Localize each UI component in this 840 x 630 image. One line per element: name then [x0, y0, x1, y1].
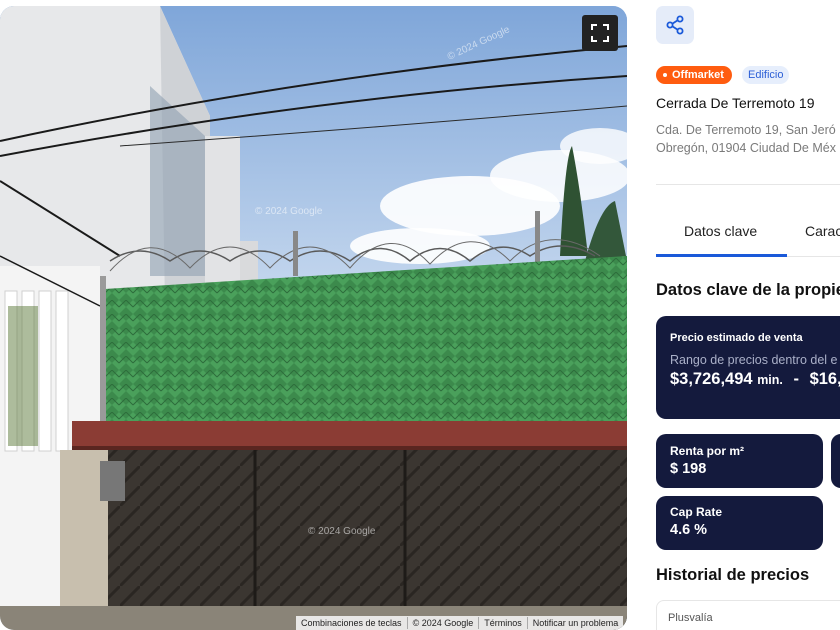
tab-caracteristicas[interactable]: Caracte	[805, 223, 840, 239]
plusvalia-card: Plusvalía	[656, 600, 840, 630]
price-estimate-card: Precio estimado de venta Rango de precio…	[656, 316, 840, 419]
address-line-1: Cda. De Terremoto 19, San Jeró	[656, 123, 836, 137]
share-icon	[666, 15, 684, 35]
section-title-historial: Historial de precios	[656, 566, 810, 584]
property-type-badge: Edificio	[742, 66, 790, 84]
map-footer: Combinaciones de teclas © 2024 Google Té…	[296, 616, 624, 630]
metric-label: Cap Rate	[670, 505, 723, 519]
metric-card-renta: Renta por m² $ 198	[656, 434, 823, 488]
property-address: Cda. De Terremoto 19, San Jeró Obregón, …	[656, 121, 840, 157]
metric-value: $ 198	[670, 461, 707, 477]
fullscreen-icon	[591, 24, 609, 42]
address-line-2: Obregón, 01904 Ciudad De Méx	[656, 141, 836, 155]
share-button[interactable]	[656, 6, 694, 44]
price-separator: -	[793, 370, 799, 388]
divider	[656, 184, 840, 185]
metric-card-partial	[831, 434, 840, 488]
street-view-panel[interactable]: © 2024 Google © 2024 Google © 2024 Googl…	[0, 6, 627, 630]
metric-card-cap-rate: Cap Rate 4.6 %	[656, 496, 823, 550]
plusvalia-label: Plusvalía	[668, 612, 713, 624]
active-tab-indicator	[656, 254, 787, 257]
fullscreen-button[interactable]	[582, 15, 618, 51]
price-card-subtitle: Rango de precios dentro del e	[670, 353, 838, 367]
price-min-value: $3,726,494	[670, 370, 753, 388]
report-problem-link[interactable]: Notificar un problema	[528, 617, 624, 629]
status-badge-label: Offmarket	[672, 69, 724, 81]
price-min-label: min.	[757, 373, 783, 387]
section-title-datos-clave: Datos clave de la propie	[656, 281, 840, 299]
metric-value: 4.6 %	[670, 522, 708, 538]
copyright-text: © 2024 Google	[408, 617, 480, 629]
property-title: Cerrada De Terremoto 19	[656, 95, 815, 111]
google-watermark: © 2024 Google	[308, 526, 376, 537]
page: © 2024 Google © 2024 Google © 2024 Googl…	[0, 0, 840, 630]
price-range: $3,726,494 min. - $16,	[670, 370, 840, 389]
status-badge: Offmarket	[656, 66, 732, 84]
price-card-label: Precio estimado de venta	[670, 332, 803, 344]
price-max-value: $16,	[809, 370, 840, 388]
tab-datos-clave[interactable]: Datos clave	[684, 223, 757, 239]
status-dot-icon	[663, 73, 667, 77]
metric-label: Renta por m²	[670, 444, 745, 458]
keyboard-shortcuts-link[interactable]: Combinaciones de teclas	[296, 617, 408, 629]
terms-link[interactable]: Términos	[479, 617, 528, 629]
google-watermark: © 2024 Google	[255, 206, 323, 217]
